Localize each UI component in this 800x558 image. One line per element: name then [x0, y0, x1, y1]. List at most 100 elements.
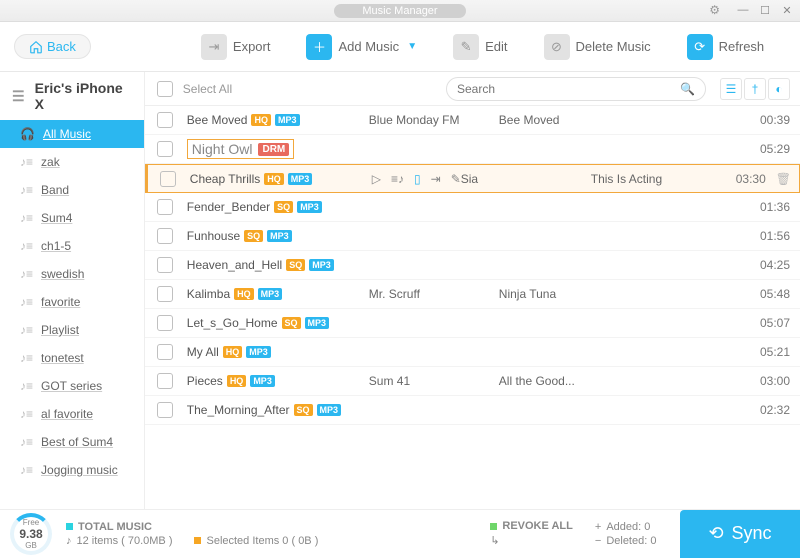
edit-icon[interactable]: ✎	[451, 172, 461, 186]
playlist-icon: ♪≡	[20, 155, 33, 169]
row-checkbox[interactable]	[157, 199, 173, 215]
row-checkbox[interactable]	[157, 141, 173, 157]
sidebar-item[interactable]: ♪≡ Best of Sum4	[0, 428, 144, 456]
quality-badge: HQ	[264, 173, 284, 185]
row-checkbox[interactable]	[157, 112, 173, 128]
sidebar-item[interactable]: ♪≡Sum4	[0, 204, 144, 232]
row-checkbox[interactable]	[157, 344, 173, 360]
sidebar-item-label: al favorite	[41, 407, 93, 421]
play-icon[interactable]: ▷	[372, 172, 381, 186]
add-music-button[interactable]: ＋ Add Music ▼	[306, 34, 417, 60]
playlist-icon: ♪≡	[20, 295, 33, 309]
sidebar-item[interactable]: ♪≡tonetest	[0, 344, 144, 372]
track-album: Ninja Tuna	[499, 287, 619, 301]
select-all-checkbox[interactable]	[157, 81, 173, 97]
sidebar-item[interactable]: ♪≡favorite	[0, 288, 144, 316]
queue-icon[interactable]: ≡♪	[391, 172, 404, 186]
sidebar-item[interactable]: ♪≡GOT series	[0, 372, 144, 400]
track-album: All the Good...	[499, 374, 619, 388]
track-title: Let_s_Go_Home	[187, 316, 278, 330]
playlist-icon: ♪≡	[20, 351, 33, 365]
row-checkbox[interactable]	[157, 286, 173, 302]
sidebar-item[interactable]: ♪≡ch1-5	[0, 232, 144, 260]
device-name: Eric's iPhone X	[35, 80, 132, 112]
maximize-button[interactable]: ☐	[758, 3, 772, 17]
format-badge: MP3	[275, 114, 300, 126]
sidebar-item-label: zak	[41, 155, 60, 169]
delete-music-button[interactable]: ⊘ Delete Music	[544, 34, 651, 60]
sidebar-item-label: Best of Sum4	[41, 435, 113, 449]
track-row[interactable]: The_Morning_After SQMP3 02:32	[145, 396, 800, 425]
row-checkbox[interactable]	[157, 373, 173, 389]
track-title: Funhouse	[187, 229, 240, 243]
toolbar: Back ⇥ Export ＋ Add Music ▼ ✎ Edit ⊘ Del…	[0, 22, 800, 72]
view-column-button[interactable]: †	[744, 78, 766, 100]
deleted-count: Deleted: 0	[606, 535, 656, 547]
edit-button[interactable]: ✎ Edit	[453, 34, 507, 60]
track-row[interactable]: Let_s_Go_Home SQMP3 05:07	[145, 309, 800, 338]
selected-count: Selected Items 0 ( 0B )	[206, 535, 318, 547]
view-list-button[interactable]: ☰	[720, 78, 742, 100]
row-checkbox[interactable]	[157, 257, 173, 273]
gear-icon[interactable]: ⚙	[709, 3, 720, 17]
row-checkbox[interactable]	[157, 402, 173, 418]
menu-icon: ☰	[12, 88, 25, 105]
search-icon: 🔍	[680, 82, 695, 96]
sidebar-item[interactable]: ♪≡Jogging music	[0, 456, 144, 484]
track-row[interactable]: Bee Moved HQMP3 Blue Monday FM Bee Moved…	[145, 106, 800, 135]
track-artist: Sum 41	[369, 374, 499, 388]
revoke-all-label[interactable]: REVOKE ALL	[502, 520, 573, 532]
playlist-icon: ♪≡	[20, 323, 33, 337]
close-button[interactable]: ✕	[780, 3, 794, 17]
playlist-icon: ♪≡	[20, 435, 33, 449]
items-count: 12 items ( 70.0MB )	[77, 535, 173, 547]
search-field[interactable]: 🔍	[446, 77, 706, 101]
quality-badge: HQ	[223, 346, 243, 358]
device-icon[interactable]: ▯	[414, 172, 421, 186]
quality-badge: SQ	[286, 259, 305, 271]
storage-ring: Free 9.38 GB	[10, 513, 52, 555]
track-row[interactable]: My All HQMP3 05:21	[145, 338, 800, 367]
track-duration: 01:36	[735, 200, 790, 214]
quality-badge: SQ	[294, 404, 313, 416]
track-title: Pieces	[187, 374, 223, 388]
track-row[interactable]: Heaven_and_Hell SQMP3 04:25	[145, 251, 800, 280]
trash-icon[interactable]: 🗑	[776, 172, 791, 186]
track-row[interactable]: Fender_Bender SQMP3 01:36	[145, 193, 800, 222]
view-cloud-button[interactable]: ◐	[768, 78, 790, 100]
row-checkbox[interactable]	[157, 228, 173, 244]
track-row[interactable]: Kalimba HQMP3 Mr. Scruff Ninja Tuna 05:4…	[145, 280, 800, 309]
row-checkbox[interactable]	[157, 315, 173, 331]
drm-badge: DRM	[258, 143, 289, 156]
sidebar-item[interactable]: ♪≡swedish	[0, 260, 144, 288]
added-count: Added: 0	[606, 521, 650, 533]
row-checkbox[interactable]	[160, 171, 176, 187]
search-input[interactable]	[457, 82, 680, 96]
format-badge: MP3	[317, 404, 342, 416]
home-icon	[29, 40, 43, 54]
track-row[interactable]: Funhouse SQMP3 01:56	[145, 222, 800, 251]
sidebar: ☰ Eric's iPhone X 🎧All Music♪≡zak♪≡Band♪…	[0, 72, 145, 509]
track-duration: 01:56	[735, 229, 790, 243]
import-icon[interactable]: ⇥	[431, 172, 441, 186]
select-all-label: Select All	[183, 82, 232, 96]
format-badge: MP3	[309, 259, 334, 271]
sidebar-item[interactable]: ♪≡ al favorite	[0, 400, 144, 428]
track-artist: Blue Monday FM	[369, 113, 499, 127]
sync-button[interactable]: ⟲ Sync	[680, 510, 800, 558]
sidebar-item[interactable]: 🎧All Music	[0, 120, 144, 148]
sidebar-item[interactable]: ♪≡Band	[0, 176, 144, 204]
back-button[interactable]: Back	[14, 34, 91, 59]
playlist-icon: ♪≡	[20, 407, 33, 421]
sidebar-item[interactable]: ♪≡Playlist	[0, 316, 144, 344]
export-button[interactable]: ⇥ Export	[201, 34, 271, 60]
quality-badge: HQ	[227, 375, 247, 387]
refresh-button[interactable]: ⟳ Refresh	[687, 34, 765, 60]
device-header[interactable]: ☰ Eric's iPhone X	[0, 72, 144, 120]
track-row[interactable]: Cheap Thrills HQMP3 ▷ ≡♪ ▯ ⇥ ✎ Sia This …	[145, 164, 800, 193]
playlist-icon: ♪≡	[20, 239, 33, 253]
track-row[interactable]: Night Owl DRM 05:29	[145, 135, 800, 164]
track-row[interactable]: Pieces HQMP3 Sum 41 All the Good... 03:0…	[145, 367, 800, 396]
minimize-button[interactable]: —	[736, 3, 750, 17]
sidebar-item[interactable]: ♪≡ zak	[0, 148, 144, 176]
